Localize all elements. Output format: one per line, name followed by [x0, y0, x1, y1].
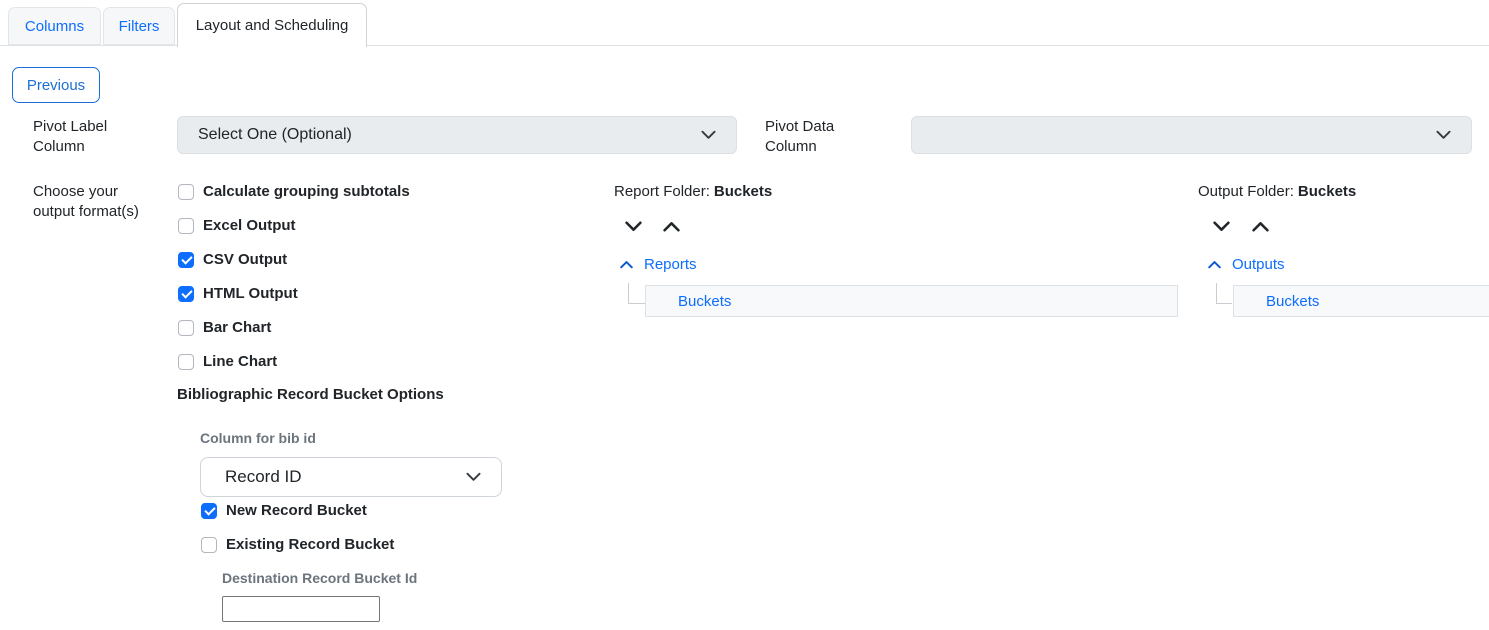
output-folder-header: Output Folder:Buckets — [1198, 183, 1356, 200]
pivot-label-column-value: Select One (Optional) — [198, 126, 352, 144]
tab-bar: Columns Filters Layout and Scheduling — [0, 0, 1489, 46]
tree-connector — [628, 283, 645, 304]
report-folder-selected-row[interactable]: Buckets — [645, 285, 1178, 317]
checkbox-label[interactable]: HTML Output — [203, 285, 298, 302]
checkbox-label[interactable]: Bar Chart — [203, 319, 271, 336]
report-folder-header: Report Folder:Buckets — [614, 183, 772, 200]
checkbox-label[interactable]: Line Chart — [203, 353, 277, 370]
checkbox[interactable] — [201, 537, 217, 553]
report-folder-value: Buckets — [714, 183, 772, 200]
output-folder-selected-row[interactable]: Buckets — [1233, 285, 1489, 317]
report-folder-label: Report Folder: — [614, 183, 710, 200]
tab-layout-and-scheduling[interactable]: Layout and Scheduling — [177, 3, 367, 47]
pivot-label-column-label: Pivot Label Column — [33, 117, 129, 157]
checkbox-label[interactable]: Excel Output — [203, 217, 296, 234]
checkbox[interactable] — [178, 320, 194, 336]
tree-node-outputs[interactable]: Outputs — [1232, 256, 1285, 273]
checkbox[interactable] — [201, 503, 217, 519]
chevron-down-icon — [701, 130, 716, 140]
checkbox[interactable] — [178, 184, 194, 200]
tree-node-buckets[interactable]: Buckets — [1266, 293, 1319, 310]
tab-columns[interactable]: Columns — [8, 7, 101, 45]
checkbox-row-html-output[interactable]: HTML Output — [178, 285, 298, 302]
checkbox-label[interactable]: CSV Output — [203, 251, 287, 268]
checkbox[interactable] — [178, 354, 194, 370]
column-for-bib-id-select[interactable]: Record ID — [200, 457, 502, 497]
column-for-bib-id-value: Record ID — [225, 467, 302, 487]
column-for-bib-id-label: Column for bib id — [200, 430, 316, 446]
tab-filters[interactable]: Filters — [103, 7, 175, 45]
previous-button[interactable]: Previous — [12, 67, 100, 103]
checkbox-row-csv-output[interactable]: CSV Output — [178, 251, 287, 268]
expand-all-icon[interactable] — [623, 219, 644, 234]
destination-record-bucket-id-input[interactable] — [222, 596, 380, 622]
checkbox-label[interactable]: Calculate grouping subtotals — [203, 183, 410, 200]
tab-filters-label: Filters — [119, 18, 160, 35]
checkbox-row-existing-record-bucket[interactable]: Existing Record Bucket — [201, 536, 394, 553]
checkbox-label[interactable]: Existing Record Bucket — [226, 536, 394, 553]
checkbox-row-calculate-grouping-subtotals[interactable]: Calculate grouping subtotals — [178, 183, 410, 200]
tab-columns-label: Columns — [25, 18, 84, 35]
checkbox[interactable] — [178, 252, 194, 268]
layout-and-scheduling-page: Columns Filters Layout and Scheduling Pr… — [0, 0, 1489, 630]
collapse-all-icon[interactable] — [661, 219, 682, 234]
checkbox-row-bar-chart[interactable]: Bar Chart — [178, 319, 271, 336]
pivot-data-column-label: Pivot Data Column — [765, 117, 845, 157]
checkbox[interactable] — [178, 218, 194, 234]
output-folder-value: Buckets — [1298, 183, 1356, 200]
checkbox-label[interactable]: New Record Bucket — [226, 502, 367, 519]
bib-record-bucket-options-heading: Bibliographic Record Bucket Options — [177, 386, 444, 403]
pivot-data-column-select[interactable] — [911, 116, 1472, 154]
collapse-all-icon[interactable] — [1250, 219, 1271, 234]
tree-node-reports[interactable]: Reports — [644, 256, 697, 273]
destination-record-bucket-id-label: Destination Record Bucket Id — [222, 570, 417, 586]
chevron-up-icon[interactable] — [1208, 260, 1221, 269]
tab-layout-and-scheduling-label: Layout and Scheduling — [196, 17, 349, 34]
output-formats-label: Choose your output format(s) — [33, 182, 163, 222]
checkbox-row-line-chart[interactable]: Line Chart — [178, 353, 277, 370]
tree-connector — [1216, 283, 1232, 304]
output-folder-label: Output Folder: — [1198, 183, 1294, 200]
checkbox-row-excel-output[interactable]: Excel Output — [178, 217, 296, 234]
checkbox-row-new-record-bucket[interactable]: New Record Bucket — [201, 502, 367, 519]
tree-node-buckets[interactable]: Buckets — [678, 293, 731, 310]
expand-all-icon[interactable] — [1211, 219, 1232, 234]
chevron-up-icon[interactable] — [620, 260, 633, 269]
pivot-label-column-select[interactable]: Select One (Optional) — [177, 116, 737, 154]
chevron-down-icon — [1436, 130, 1451, 140]
checkbox[interactable] — [178, 286, 194, 302]
chevron-down-icon — [466, 472, 481, 482]
